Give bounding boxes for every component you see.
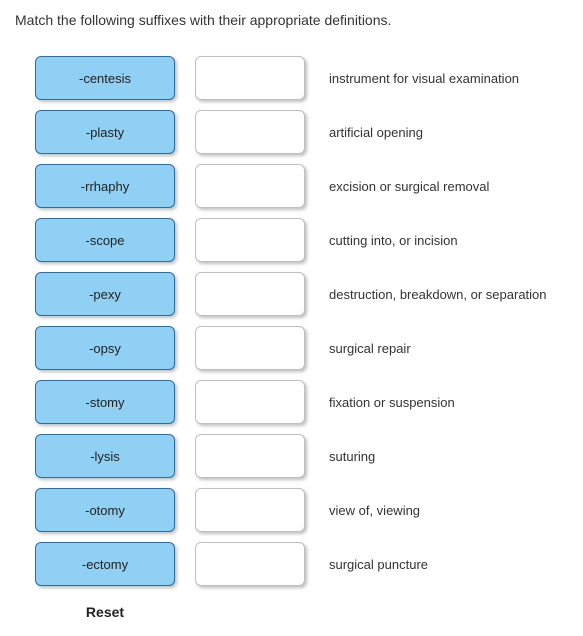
drop-zone[interactable] <box>195 380 305 424</box>
definition-text: destruction, breakdown, or separation <box>325 287 568 302</box>
definition-text: instrument for visual examination <box>325 71 568 86</box>
definition-text: view of, viewing <box>325 503 568 518</box>
definition-text: cutting into, or incision <box>325 233 568 248</box>
reset-button[interactable]: Reset <box>78 600 132 624</box>
drop-zone[interactable] <box>195 56 305 100</box>
drop-zone[interactable] <box>195 218 305 262</box>
drop-zone[interactable] <box>195 434 305 478</box>
drop-zone[interactable] <box>195 272 305 316</box>
suffix-tile[interactable]: -ectomy <box>35 542 175 586</box>
definition-text: suturing <box>325 449 568 464</box>
suffix-tile[interactable]: -opsy <box>35 326 175 370</box>
suffix-tile[interactable]: -otomy <box>35 488 175 532</box>
definition-text: artificial opening <box>325 125 568 140</box>
suffix-tile[interactable]: -stomy <box>35 380 175 424</box>
definition-text: surgical repair <box>325 341 568 356</box>
definition-text: excision or surgical removal <box>325 179 568 194</box>
drop-zone[interactable] <box>195 110 305 154</box>
instruction-text: Match the following suffixes with their … <box>15 12 568 28</box>
suffix-tile[interactable]: -pexy <box>35 272 175 316</box>
definition-text: fixation or suspension <box>325 395 568 410</box>
suffix-tile[interactable]: -scope <box>35 218 175 262</box>
definition-text: surgical puncture <box>325 557 568 572</box>
suffix-tile[interactable]: -rrhaphy <box>35 164 175 208</box>
drop-zone[interactable] <box>195 542 305 586</box>
drop-zone[interactable] <box>195 326 305 370</box>
drop-zone[interactable] <box>195 164 305 208</box>
drop-zone[interactable] <box>195 488 305 532</box>
matching-grid: -centesis instrument for visual examinat… <box>35 56 568 586</box>
suffix-tile[interactable]: -centesis <box>35 56 175 100</box>
suffix-tile[interactable]: -plasty <box>35 110 175 154</box>
suffix-tile[interactable]: -lysis <box>35 434 175 478</box>
